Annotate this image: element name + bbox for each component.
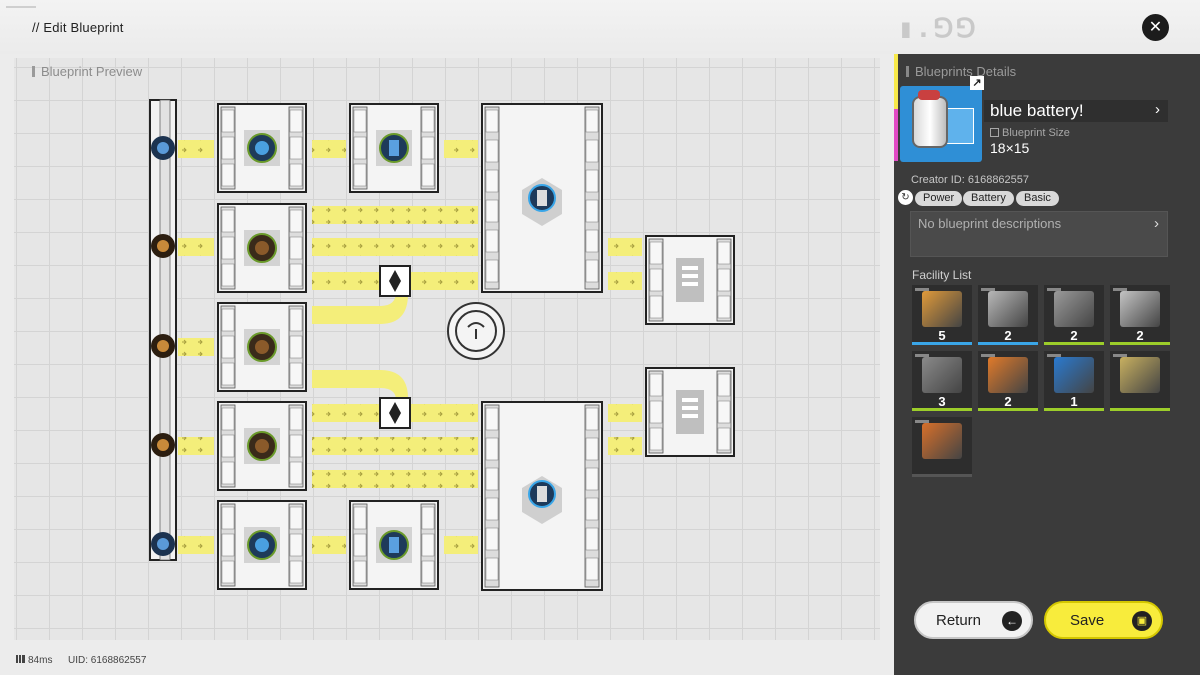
facility-tile[interactable]: 2 [1044,285,1104,345]
packaging-unit[interactable] [645,235,735,325]
facility-count: 2 [1004,328,1012,343]
facility-count: 5 [938,328,946,343]
tier-marker [1113,354,1127,357]
return-button[interactable]: Return ← [914,601,1033,639]
resize-icon [990,128,999,137]
tag-icon: ↻ [898,190,913,205]
blueprint-layout [149,99,735,591]
facility-tile[interactable]: 3 [912,351,972,411]
facility-tile[interactable]: 1 [1044,351,1104,411]
tier-marker [915,288,929,291]
facility-rarity-bar [978,408,1038,411]
tier-marker [915,420,929,423]
supply-rail [149,99,177,561]
crusher-unit-icon [988,291,1028,327]
facility-count: 1 [1070,394,1078,409]
grinding-unit[interactable] [349,500,439,590]
panel-accent-stripe [894,54,898,109]
chevron-right-icon: › [1154,215,1159,232]
signal-icon [16,655,25,663]
chevron-right-icon: › [1155,101,1160,118]
facility-tile[interactable]: 2 [978,351,1038,411]
back-arrow-icon: ← [1002,611,1022,631]
save-disk-icon: ▣ [1132,611,1152,631]
belt-splitter[interactable] [379,265,411,297]
facility-count: 2 [1070,328,1078,343]
blueprint-name-row[interactable]: blue battery! › [984,100,1168,122]
tier-marker [1047,354,1061,357]
fitting-unit[interactable] [481,401,603,591]
facility-count: 3 [938,394,946,409]
grinding-unit[interactable] [349,103,439,193]
facility-rarity-bar [978,342,1038,345]
panel-accent-stripe [894,109,898,161]
details-title: Blueprints Details [906,64,1016,79]
packaging-unit-icon [922,357,962,393]
tier-marker [981,354,995,357]
save-button[interactable]: Save ▣ [1044,601,1163,639]
tier-marker [915,354,929,357]
refining-unit[interactable] [217,500,307,590]
description-placeholder: No blueprint descriptions [918,216,1062,231]
refining-unit[interactable] [217,203,307,293]
description-field[interactable]: No blueprint descriptions › [910,211,1168,257]
facility-count: 2 [1136,328,1144,343]
facility-rarity-bar [1044,342,1104,345]
filling-unit-icon [988,357,1028,393]
facility-tile[interactable]: 5 [912,285,972,345]
facility-tile[interactable]: 2 [978,285,1038,345]
blueprint-thumbnail [900,86,982,162]
ping-indicator: 84ms [16,655,52,666]
facility-tile[interactable]: 2 [1110,285,1170,345]
belt-splitter[interactable] [379,397,411,429]
fitting-unit-icon [1120,291,1160,327]
relay-tower[interactable] [447,302,505,360]
facility-rarity-bar [912,408,972,411]
relay-tower-icon [1054,357,1094,393]
refining-unit[interactable] [217,103,307,193]
tier-marker [1047,288,1061,291]
fitting-unit[interactable] [481,103,603,293]
facility-list-title: Facility List [912,268,972,282]
close-button[interactable]: ✕ [1142,14,1169,41]
facility-rarity-bar [912,342,972,345]
blueprint-name: blue battery! [990,101,1084,120]
facility-tile[interactable] [912,417,972,477]
refining-unit[interactable] [217,302,307,392]
floor-plate-icon [922,423,962,459]
packaging-unit[interactable] [645,367,735,457]
blueprint-size-value: 18×15 [990,140,1030,156]
facility-count: 2 [1004,394,1012,409]
tag-basic: Basic [1016,191,1059,206]
user-id: UID: 6168862557 [68,655,147,666]
blueprint-size-label: Blueprint Size [990,127,1070,139]
moulding-unit-icon [1054,291,1094,327]
facility-rarity-bar [912,474,972,477]
facility-rarity-bar [1110,342,1170,345]
splitter-icon [1120,357,1160,393]
tier-marker [1113,288,1127,291]
share-link-icon[interactable]: ↗ [970,76,984,90]
tag-power: Power [915,191,963,206]
facility-rarity-bar [1044,408,1104,411]
facility-tile[interactable] [1110,351,1170,411]
game-logo: ▮.⅁⅁ [898,14,978,44]
creator-id: Creator ID: 6168862557 [911,174,1030,186]
tier-marker [981,288,995,291]
facility-rarity-bar [1110,408,1170,411]
tag-battery: Battery [963,191,1014,206]
refining-unit-icon [922,291,962,327]
refining-unit[interactable] [217,401,307,491]
